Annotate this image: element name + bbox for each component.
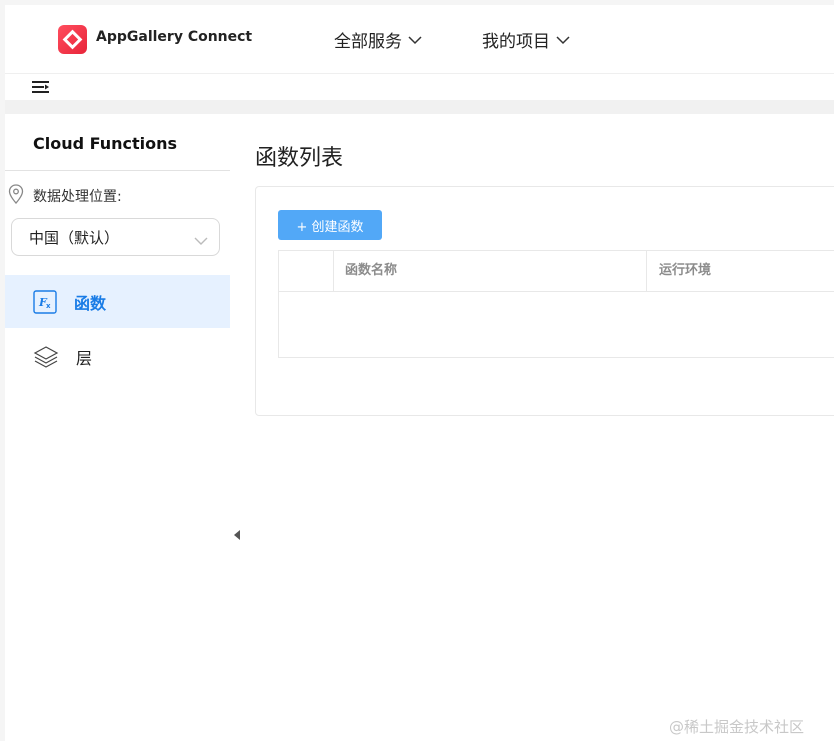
sidebar-item-label: 函数 bbox=[74, 293, 107, 313]
column-header-runtime[interactable]: 运行环境 bbox=[659, 251, 711, 291]
sidebar-item-functions[interactable]: F x 函数 bbox=[5, 275, 230, 328]
location-label: 数据处理位置: bbox=[33, 189, 122, 205]
sidebar-divider bbox=[5, 170, 230, 171]
nav-my-projects-label: 我的项目 bbox=[482, 32, 550, 52]
region-select-value: 中国（默认） bbox=[29, 228, 120, 247]
sidebar-item-label: 层 bbox=[76, 348, 93, 368]
chevron-down-icon bbox=[194, 232, 208, 250]
app-window: AppGallery Connect 全部服务 我的项目 Cloud Funct… bbox=[5, 5, 834, 741]
sidebar-item-layers[interactable]: 层 bbox=[5, 330, 230, 383]
sidebar-title: Cloud Functions bbox=[33, 134, 178, 153]
function-list-panel: + 创建函数 函数名称 运行环境 bbox=[255, 186, 834, 416]
nav-all-services-label: 全部服务 bbox=[334, 32, 402, 52]
divider-strip bbox=[5, 100, 834, 114]
chevron-down-icon bbox=[408, 30, 422, 50]
svg-text:x: x bbox=[46, 302, 51, 310]
menu-toggle-icon[interactable] bbox=[32, 79, 50, 98]
sidebar: Cloud Functions 数据处理位置: 中国（默认） F x 函数 层 bbox=[5, 114, 230, 741]
appgallery-logo-icon[interactable] bbox=[58, 25, 87, 54]
column-separator bbox=[646, 251, 647, 291]
nav-all-services[interactable]: 全部服务 bbox=[334, 27, 422, 52]
column-header-function-name[interactable]: 函数名称 bbox=[345, 251, 397, 291]
collapse-sidebar-icon[interactable] bbox=[233, 525, 241, 544]
sub-toolbar bbox=[5, 74, 834, 100]
page-title: 函数列表 bbox=[255, 146, 344, 171]
watermark: @稀土掘金技术社区 bbox=[669, 718, 805, 736]
location-pin-icon bbox=[8, 184, 24, 208]
table-header: 函数名称 运行环境 bbox=[279, 251, 834, 292]
chevron-down-icon bbox=[556, 30, 570, 50]
brand-name[interactable]: AppGallery Connect bbox=[96, 29, 252, 45]
top-header: AppGallery Connect 全部服务 我的项目 bbox=[5, 5, 834, 74]
function-table: 函数名称 运行环境 bbox=[278, 250, 834, 358]
nav-my-projects[interactable]: 我的项目 bbox=[482, 27, 570, 52]
create-function-button[interactable]: + 创建函数 bbox=[278, 210, 382, 240]
function-fx-icon: F x bbox=[33, 289, 57, 314]
select-column-header[interactable] bbox=[279, 251, 334, 291]
layers-icon bbox=[33, 345, 59, 369]
location-row: 数据处理位置: bbox=[8, 184, 122, 208]
region-select[interactable]: 中国（默认） bbox=[11, 218, 220, 256]
